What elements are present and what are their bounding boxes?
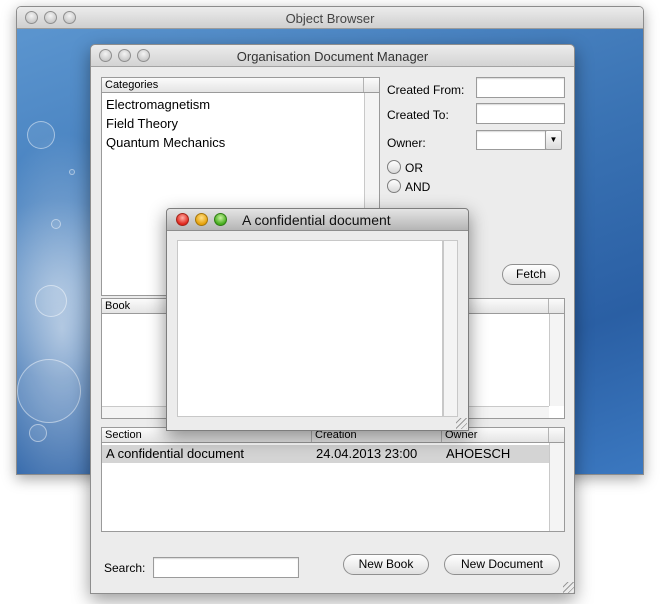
owner-select[interactable] bbox=[476, 130, 546, 150]
document-scrollbar[interactable] bbox=[443, 240, 458, 417]
or-label: OR bbox=[405, 161, 423, 175]
search-label: Search: bbox=[104, 561, 146, 575]
created-from-field[interactable] bbox=[476, 77, 565, 98]
and-radio[interactable] bbox=[387, 179, 401, 193]
window-title: A confidential document bbox=[242, 212, 391, 228]
object-browser-titlebar[interactable]: Object Browser bbox=[17, 7, 643, 29]
search-input[interactable] bbox=[153, 557, 299, 578]
bubble-decoration bbox=[29, 424, 47, 442]
close-icon[interactable] bbox=[176, 213, 189, 226]
created-to-field[interactable] bbox=[476, 103, 565, 124]
minimize-icon[interactable] bbox=[195, 213, 208, 226]
owner-cell: AHOESCH bbox=[446, 446, 511, 461]
categories-header: Categories bbox=[102, 78, 379, 93]
window-title: Organisation Document Manager bbox=[236, 49, 429, 64]
column-header-categories[interactable]: Categories bbox=[102, 78, 364, 92]
bubble-decoration bbox=[69, 169, 75, 175]
document-window-titlebar[interactable]: A confidential document bbox=[167, 209, 468, 231]
category-item[interactable]: Field Theory bbox=[106, 114, 178, 133]
category-item[interactable]: Quantum Mechanics bbox=[106, 133, 225, 152]
chevron-down-icon[interactable]: ▼ bbox=[545, 130, 562, 150]
resize-grip-icon[interactable] bbox=[563, 582, 574, 593]
resize-grip-icon[interactable] bbox=[456, 418, 467, 429]
document-text-area[interactable] bbox=[177, 240, 443, 417]
zoom-icon[interactable] bbox=[214, 213, 227, 226]
or-radio[interactable] bbox=[387, 160, 401, 174]
bubble-decoration bbox=[35, 285, 67, 317]
book-scrollbar[interactable] bbox=[549, 314, 564, 406]
document-manager-titlebar[interactable]: Organisation Document Manager bbox=[91, 45, 574, 67]
category-item[interactable]: Electromagnetism bbox=[106, 95, 210, 114]
created-to-label: Created To: bbox=[387, 108, 449, 122]
section-table[interactable]: Section Creation Owner A confidential do… bbox=[101, 427, 565, 532]
window-title: Object Browser bbox=[285, 11, 375, 26]
owner-label: Owner: bbox=[387, 136, 426, 150]
bubble-decoration bbox=[51, 219, 61, 229]
creation-cell: 24.04.2013 23:00 bbox=[316, 446, 418, 461]
new-document-button[interactable]: New Document bbox=[444, 554, 560, 575]
and-label: AND bbox=[405, 180, 431, 194]
section-scrollbar[interactable] bbox=[549, 443, 564, 531]
section-cell: A confidential document bbox=[106, 446, 245, 461]
bubble-decoration bbox=[27, 121, 55, 149]
created-from-label: Created From: bbox=[387, 83, 465, 97]
document-window: A confidential document bbox=[166, 208, 469, 431]
fetch-button[interactable]: Fetch bbox=[502, 264, 560, 285]
new-book-button[interactable]: New Book bbox=[343, 554, 429, 575]
table-row[interactable]: A confidential document 24.04.2013 23:00… bbox=[102, 445, 549, 463]
bubble-decoration bbox=[17, 359, 81, 423]
